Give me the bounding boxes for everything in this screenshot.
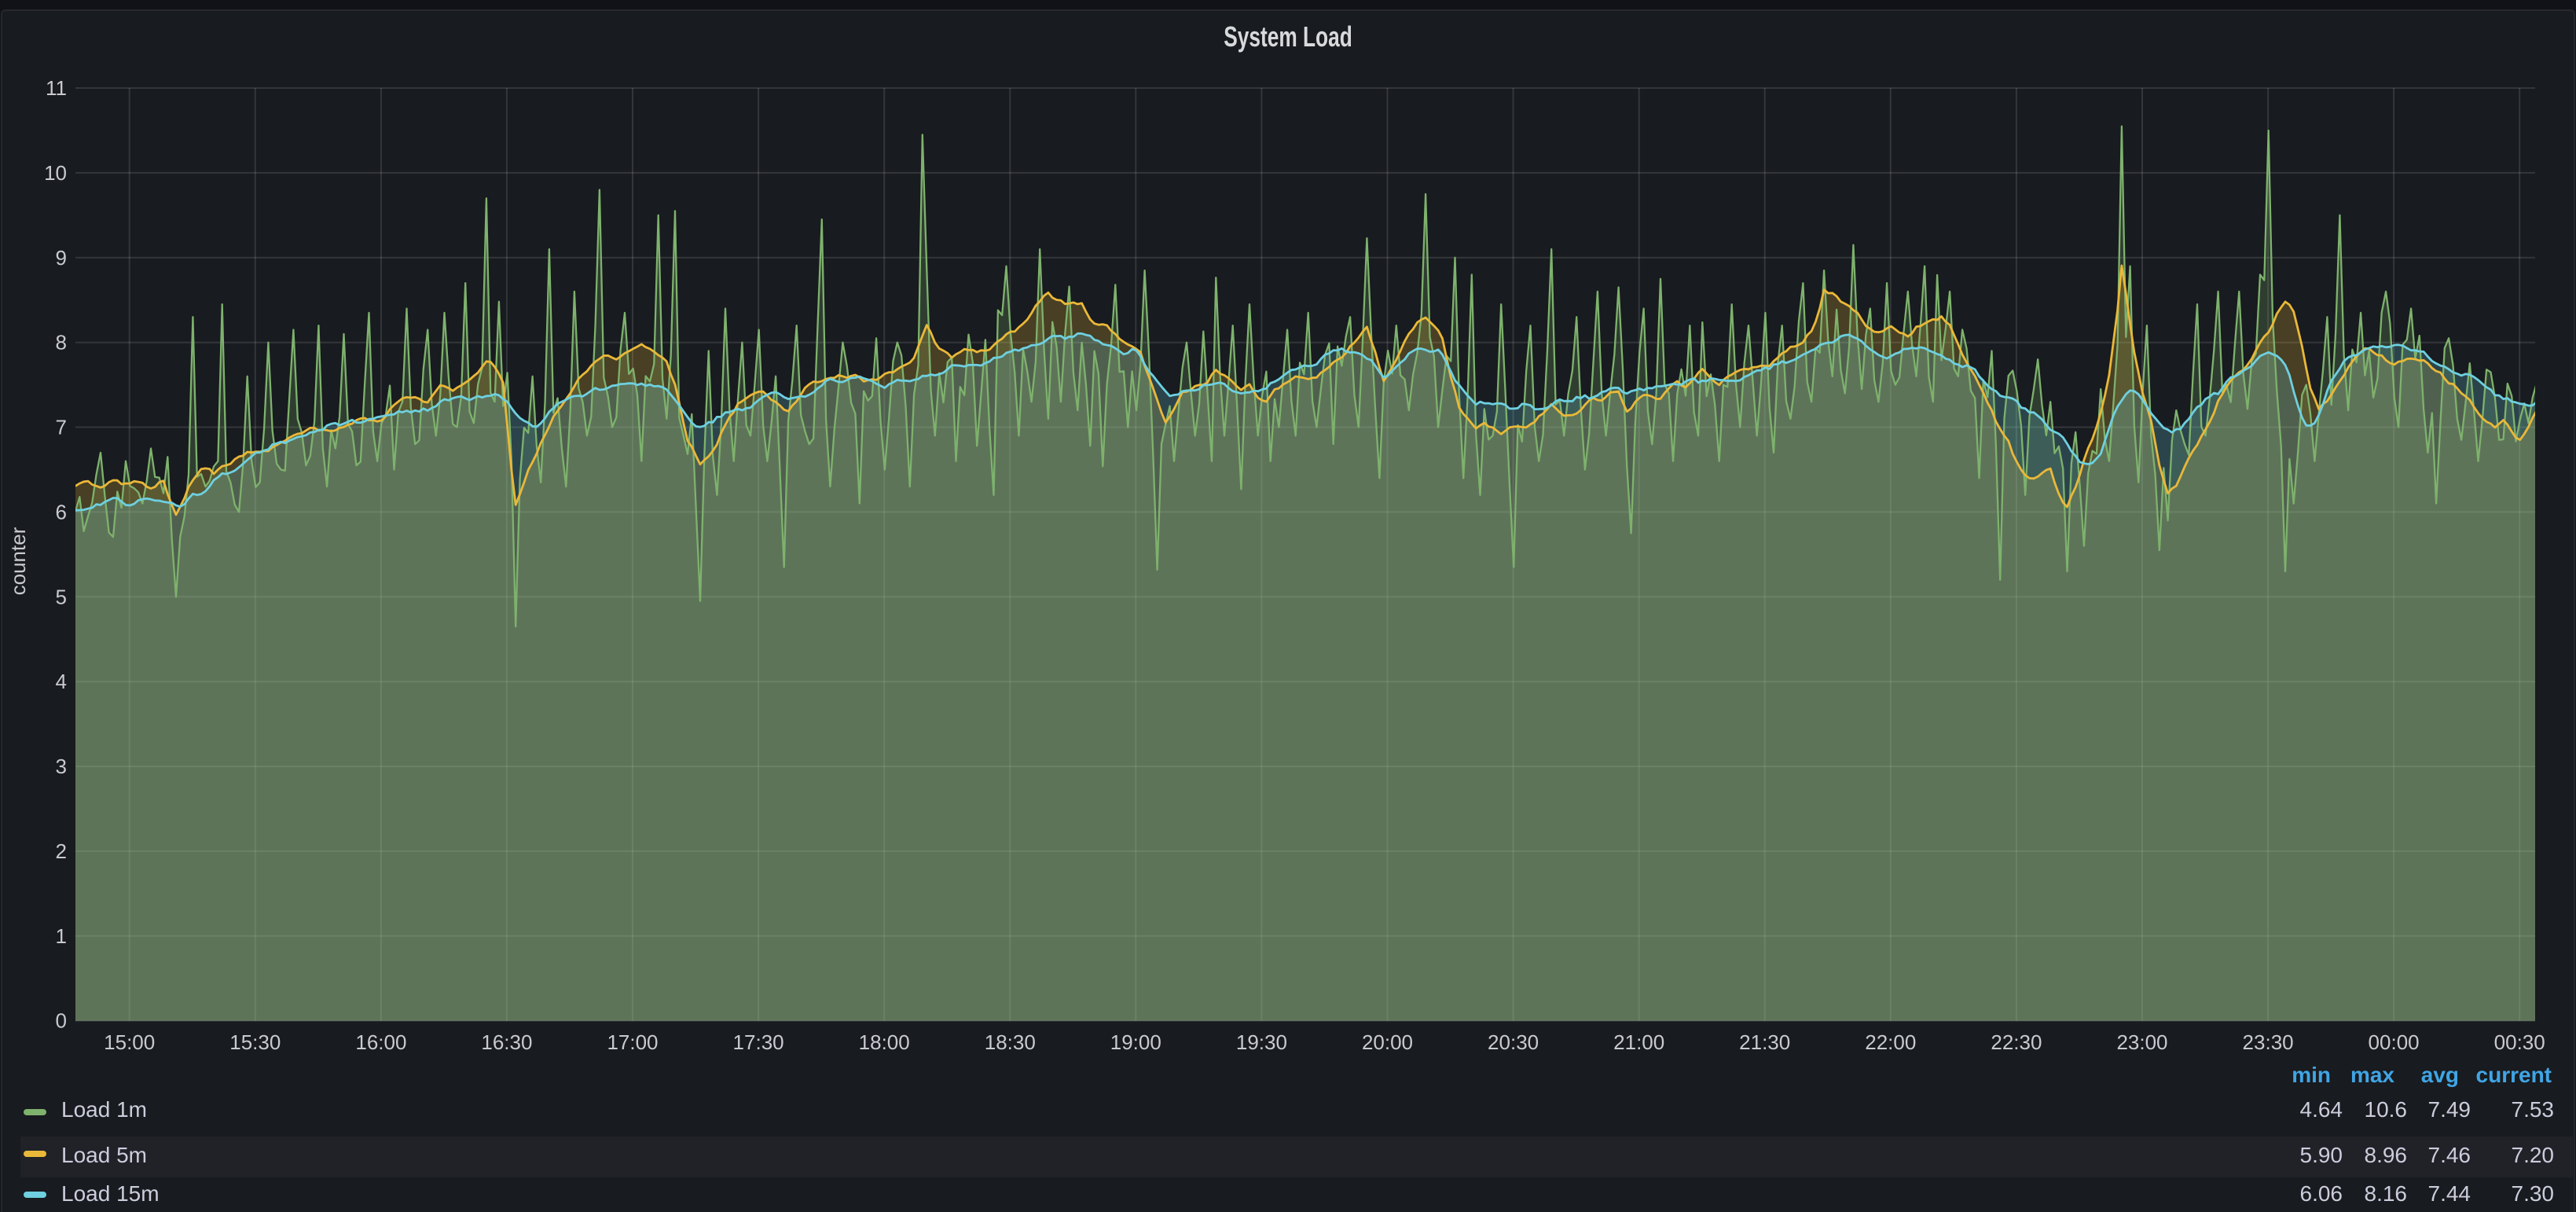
svg-text:22:00: 22:00 xyxy=(1865,1030,1916,1054)
svg-text:00:00: 00:00 xyxy=(2369,1030,2420,1054)
svg-text:23:30: 23:30 xyxy=(2243,1030,2294,1054)
svg-text:16:00: 16:00 xyxy=(355,1030,406,1054)
svg-text:3: 3 xyxy=(56,755,67,778)
svg-text:15:00: 15:00 xyxy=(104,1030,155,1054)
svg-text:18:30: 18:30 xyxy=(985,1030,1036,1054)
svg-text:9: 9 xyxy=(56,246,67,270)
svg-text:1: 1 xyxy=(56,924,67,948)
svg-text:21:00: 21:00 xyxy=(1613,1030,1664,1054)
svg-text:17:00: 17:00 xyxy=(607,1030,658,1054)
svg-text:6: 6 xyxy=(56,500,67,523)
svg-text:0: 0 xyxy=(56,1009,67,1033)
svg-text:19:00: 19:00 xyxy=(1110,1030,1161,1054)
svg-text:20:00: 20:00 xyxy=(1362,1030,1413,1054)
svg-text:counter: counter xyxy=(6,527,30,595)
svg-text:17:30: 17:30 xyxy=(733,1030,784,1054)
svg-text:8: 8 xyxy=(56,331,67,354)
svg-text:21:30: 21:30 xyxy=(1739,1030,1790,1054)
svg-text:16:30: 16:30 xyxy=(481,1030,532,1054)
svg-text:11: 11 xyxy=(46,76,67,100)
svg-text:5: 5 xyxy=(56,585,67,608)
svg-text:22:30: 22:30 xyxy=(1991,1030,2042,1054)
svg-text:19:30: 19:30 xyxy=(1236,1030,1287,1054)
svg-text:10: 10 xyxy=(44,161,67,185)
svg-text:00:30: 00:30 xyxy=(2494,1030,2545,1054)
svg-text:2: 2 xyxy=(56,839,67,863)
svg-text:23:00: 23:00 xyxy=(2116,1030,2167,1054)
svg-text:20:30: 20:30 xyxy=(1488,1030,1539,1054)
svg-text:4: 4 xyxy=(56,670,67,693)
svg-text:15:30: 15:30 xyxy=(229,1030,281,1054)
svg-text:18:00: 18:00 xyxy=(859,1030,910,1054)
svg-text:7: 7 xyxy=(56,416,67,439)
